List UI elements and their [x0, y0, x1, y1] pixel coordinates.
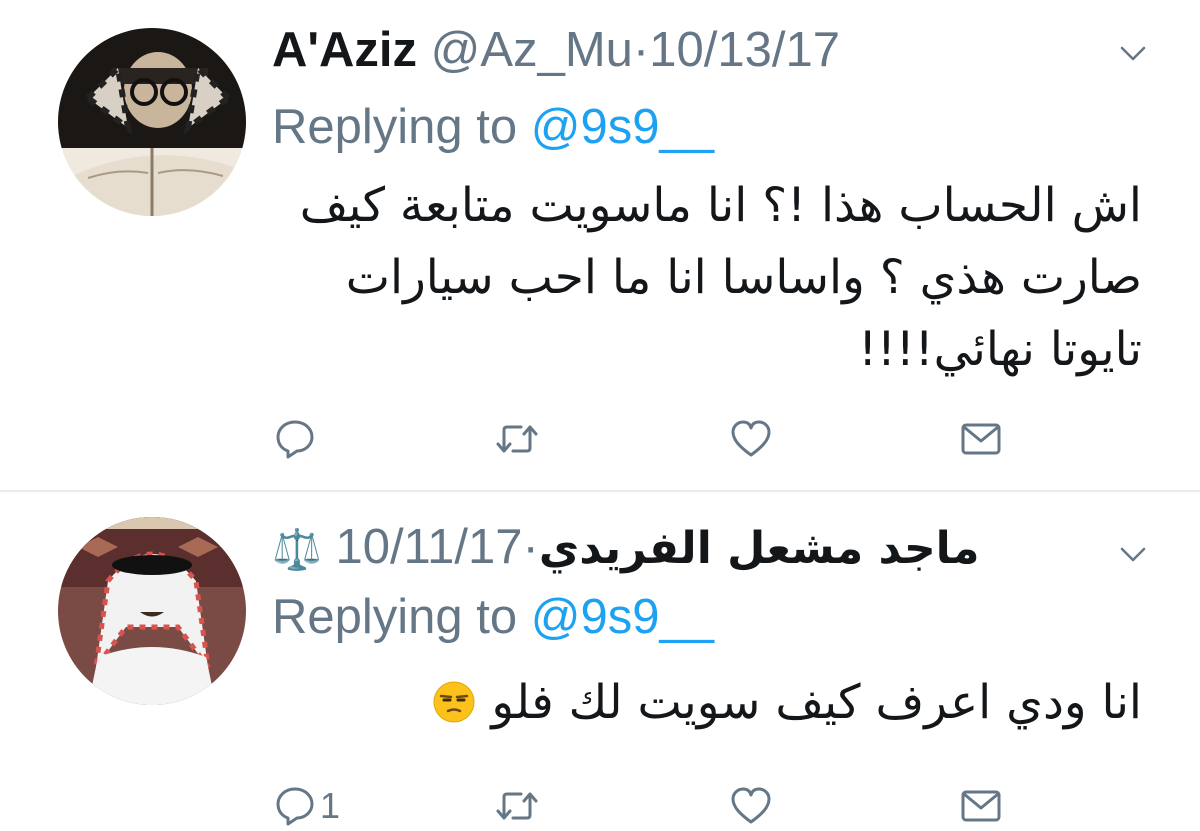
avatar[interactable] [58, 28, 246, 216]
tweet[interactable]: A'Aziz @Az_Mu·10/13/17 Replying to @9s9_… [0, 0, 1200, 490]
tweet-text-line: انا ودي اعرف كيف سويت لك فلو [262, 667, 1142, 739]
reply-count: 1 [320, 785, 341, 826]
chevron-down-icon[interactable] [1116, 537, 1150, 571]
like-icon [731, 787, 771, 824]
direct-message-icon [961, 790, 1001, 822]
retweet-button[interactable] [494, 414, 540, 464]
tweet-text: اش الحساب هذا !؟ انا ماسويت متابعة كيف ص… [262, 170, 1142, 386]
tweet-date[interactable]: 10/11/17 [335, 520, 522, 574]
reply-icon [276, 420, 314, 459]
replying-mention[interactable]: @9s9__ [531, 590, 714, 644]
retweet-icon [496, 792, 538, 820]
tweet-header: A'Aziz @Az_Mu·10/13/17 [272, 20, 840, 80]
unamused-face-icon [433, 681, 475, 723]
tweet-text: انا ودي اعرف كيف سويت لك فلو [262, 667, 1142, 739]
replying-to: Replying to @9s9__ [272, 587, 714, 647]
separator-dot: · [632, 23, 650, 77]
tweet-header: ⚖️ ماجد مشعل الفريدي·10/11/17 [272, 517, 979, 577]
tweet[interactable]: ⚖️ ماجد مشعل الفريدي·10/11/17 Replying t… [0, 491, 1200, 826]
chevron-down-icon[interactable] [1116, 36, 1150, 70]
separator-dot: · [522, 520, 539, 574]
retweet-icon [496, 425, 538, 453]
like-button[interactable] [728, 414, 774, 464]
tweet-date[interactable]: 10/13/17 [649, 23, 840, 77]
replying-to: Replying to @9s9__ [272, 97, 714, 157]
avatar-image [58, 28, 246, 216]
replying-mention[interactable]: @9s9__ [531, 100, 714, 154]
replying-label: Replying to [272, 100, 518, 154]
reply-button[interactable] [272, 414, 320, 464]
avatar[interactable] [58, 517, 246, 705]
tweet-actions: 1 [272, 781, 1040, 831]
tweet-text-line: تايوتا نهائي!!!! [858, 322, 1142, 377]
replying-label: Replying to [272, 590, 518, 644]
direct-message-button[interactable] [958, 781, 1004, 831]
like-icon [731, 420, 771, 457]
reply-icon [276, 787, 314, 826]
scales-emoji: ⚖️ [272, 527, 322, 573]
tweet-actions [272, 414, 1040, 464]
display-name[interactable]: ماجد مشعل الفريدي [539, 523, 980, 574]
reply-button[interactable]: 1 [272, 781, 340, 831]
retweet-button[interactable] [494, 781, 540, 831]
like-button[interactable] [728, 781, 774, 831]
avatar-image [58, 517, 246, 705]
direct-message-button[interactable] [958, 414, 1004, 464]
display-name[interactable]: A'Aziz [272, 23, 417, 77]
user-handle[interactable]: @Az_Mu [431, 23, 633, 77]
tweet-text-content: انا ودي اعرف كيف سويت لك فلو [491, 675, 1142, 730]
tweet-text-line: صارت هذي ؟ واساسا انا ما احب سيارات [345, 250, 1142, 305]
tweet-text-line: اش الحساب هذا !؟ انا ماسويت متابعة كيف [299, 178, 1142, 233]
direct-message-icon [961, 423, 1001, 455]
